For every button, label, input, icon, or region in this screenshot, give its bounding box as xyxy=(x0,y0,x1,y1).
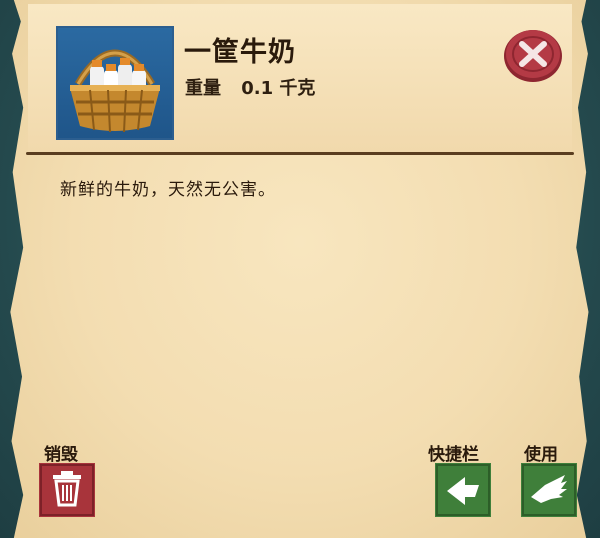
destroy-label: 销毁 xyxy=(44,445,78,465)
use-label: 使用 xyxy=(524,445,558,465)
use-button[interactable] xyxy=(521,463,577,517)
hotbar-label: 快捷栏 xyxy=(428,445,479,465)
hand-icon xyxy=(521,463,577,517)
milk-basket-icon xyxy=(56,26,174,140)
destroy-button[interactable] xyxy=(39,463,95,517)
header-divider xyxy=(26,152,574,155)
item-name: 一筐牛奶 xyxy=(184,37,296,68)
arrow-left-icon xyxy=(435,463,491,517)
item-description: 新鲜的牛奶，天然无公害。 xyxy=(60,180,276,200)
close-icon xyxy=(504,30,562,82)
hotbar-button[interactable] xyxy=(435,463,491,517)
close-button[interactable] xyxy=(502,26,564,84)
weight-value: 0.1 千克 xyxy=(241,78,316,99)
trash-icon xyxy=(39,463,95,517)
item-weight: 重量 0.1 千克 xyxy=(185,74,329,100)
weight-label: 重量 xyxy=(185,78,221,99)
